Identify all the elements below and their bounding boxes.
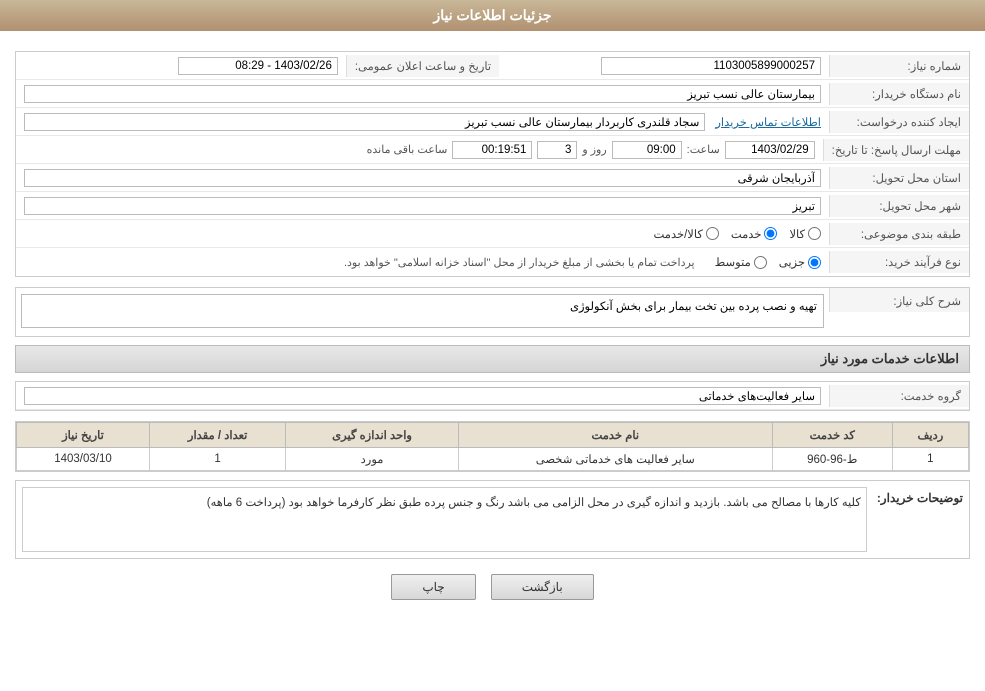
table-header-row: ردیف کد خدمت نام خدمت واحد اندازه گیری ت… — [17, 423, 969, 448]
response-time-label: ساعت: — [687, 143, 720, 156]
announce-date-input[interactable] — [178, 57, 338, 75]
table-header: ردیف کد خدمت نام خدمت واحد اندازه گیری ت… — [17, 423, 969, 448]
purchase-type-note: پرداخت تمام یا بخشی از مبلغ خریدار از مح… — [344, 256, 695, 269]
cell-qty: 1 — [149, 448, 285, 471]
description-textarea[interactable]: تهیه و نصب پرده بین تخت بیمار برای بخش آ… — [21, 294, 824, 328]
purchase-motavasset-label: متوسط — [715, 255, 751, 269]
services-table-section: ردیف کد خدمت نام خدمت واحد اندازه گیری ت… — [15, 421, 970, 472]
city-input[interactable] — [24, 197, 821, 215]
cell-unit: مورد — [286, 448, 459, 471]
return-button[interactable]: بازگشت — [491, 574, 594, 600]
purchase-motavasset-option[interactable]: متوسط — [715, 255, 767, 269]
city-value — [16, 194, 829, 218]
purchase-type-row: نوع فرآیند خرید: جزیی متوسط — [16, 248, 969, 276]
group-label: گروه خدمت: — [829, 385, 969, 407]
page-wrapper: جزئیات اطلاعات نیاز شماره نیاز: تاریخ و … — [0, 0, 985, 691]
province-label: استان محل تحویل: — [829, 167, 969, 189]
cell-name: سایر فعالیت های خدماتی شخصی — [458, 448, 772, 471]
announce-date-label: تاریخ و ساعت اعلان عمومی: — [346, 55, 499, 77]
purchase-jozii-label: جزیی — [779, 255, 805, 269]
description-value: تهیه و نصب پرده بین تخت بیمار برای بخش آ… — [16, 289, 829, 336]
response-deadline-label: مهلت ارسال پاسخ: تا تاریخ: — [823, 139, 969, 161]
buttons-row: بازگشت چاپ — [15, 574, 970, 600]
need-number-value — [499, 54, 829, 78]
services-form: گروه خدمت: — [15, 381, 970, 411]
buyer-org-value — [16, 82, 829, 106]
category-kala-khedmat-option[interactable]: کالا/خدمت — [654, 227, 719, 241]
category-label: طبقه بندی موضوعی: — [829, 223, 969, 245]
announce-date-value — [16, 54, 346, 78]
buyer-org-input[interactable] — [24, 85, 821, 103]
buyer-notes-text: کلیه کارها با مصالح می باشد. بازدید و ان… — [22, 487, 867, 552]
group-row: گروه خدمت: — [16, 382, 969, 410]
category-value: کالا خدمت کالا/خدمت — [16, 224, 829, 244]
province-row: استان محل تحویل: — [16, 164, 969, 192]
purchase-jozii-option[interactable]: جزیی — [779, 255, 821, 269]
need-number-row: شماره نیاز: تاریخ و ساعت اعلان عمومی: — [16, 52, 969, 80]
page-header: جزئیات اطلاعات نیاز — [0, 0, 985, 31]
response-remaining-label: ساعت باقی مانده — [367, 143, 448, 156]
purchase-type-value: جزیی متوسط پرداخت تمام یا بخشی از مبلغ خ… — [16, 252, 829, 272]
col-date: تاریخ نیاز — [17, 423, 150, 448]
buyer-notes-label: توضیحات خریدار: — [877, 487, 963, 505]
category-radio-group: کالا خدمت کالا/خدمت — [24, 227, 821, 241]
description-row: شرح کلی نیاز: تهیه و نصب پرده بین تخت بی… — [15, 287, 970, 337]
response-deadline-row: مهلت ارسال پاسخ: تا تاریخ: ساعت: روز و س… — [16, 136, 969, 164]
need-number-label: شماره نیاز: — [829, 55, 969, 77]
purchase-motavasset-radio[interactable] — [754, 256, 767, 269]
table-row: 1 ط-96-960 سایر فعالیت های خدماتی شخصی م… — [17, 448, 969, 471]
category-kala-radio[interactable] — [808, 227, 821, 240]
purchase-type-radio-group: جزیی متوسط — [715, 255, 821, 269]
response-date-input[interactable] — [725, 141, 815, 159]
city-label: شهر محل تحویل: — [829, 195, 969, 217]
requester-input[interactable] — [24, 113, 705, 131]
main-form: شماره نیاز: تاریخ و ساعت اعلان عمومی: نا… — [15, 51, 970, 277]
purchase-type-container: جزیی متوسط پرداخت تمام یا بخشی از مبلغ خ… — [24, 255, 821, 269]
province-input[interactable] — [24, 169, 821, 187]
services-section-title: اطلاعات خدمات مورد نیاز — [15, 345, 970, 373]
requester-row: ایجاد کننده درخواست: اطلاعات تماس خریدار — [16, 108, 969, 136]
col-code: کد خدمت — [772, 423, 892, 448]
response-time-input[interactable] — [612, 141, 682, 159]
category-row: طبقه بندی موضوعی: کالا خدمت — [16, 220, 969, 248]
buyer-notes-section: توضیحات خریدار: کلیه کارها با مصالح می ب… — [15, 480, 970, 559]
response-days-label: روز و — [582, 143, 606, 156]
response-remaining-input[interactable] — [452, 141, 532, 159]
cell-row-num: 1 — [892, 448, 968, 471]
category-kala-khedmat-radio[interactable] — [706, 227, 719, 240]
requester-link[interactable]: اطلاعات تماس خریدار — [715, 115, 821, 129]
requester-label: ایجاد کننده درخواست: — [829, 111, 969, 133]
requester-value-cell: اطلاعات تماس خریدار — [16, 110, 829, 134]
buyer-org-label: نام دستگاه خریدار: — [829, 83, 969, 105]
col-name: نام خدمت — [458, 423, 772, 448]
category-khedmat-radio[interactable] — [764, 227, 777, 240]
services-table: ردیف کد خدمت نام خدمت واحد اندازه گیری ت… — [16, 422, 969, 471]
need-number-input[interactable] — [601, 57, 821, 75]
cell-code: ط-96-960 — [772, 448, 892, 471]
group-input[interactable] — [24, 387, 821, 405]
col-row-num: ردیف — [892, 423, 968, 448]
page-title: جزئیات اطلاعات نیاز — [433, 7, 551, 23]
response-deadline-value: ساعت: روز و ساعت باقی مانده — [16, 138, 823, 162]
category-khedmat-option[interactable]: خدمت — [731, 227, 778, 241]
purchase-jozii-radio[interactable] — [808, 256, 821, 269]
category-kala-option[interactable]: کالا — [789, 227, 821, 241]
group-value — [16, 384, 829, 408]
print-button[interactable]: چاپ — [391, 574, 475, 600]
col-qty: تعداد / مقدار — [149, 423, 285, 448]
category-kala-label: کالا — [789, 227, 805, 241]
response-days-input[interactable] — [537, 141, 577, 159]
province-value — [16, 166, 829, 190]
content-area: شماره نیاز: تاریخ و ساعت اعلان عمومی: نا… — [0, 41, 985, 620]
purchase-type-label: نوع فرآیند خرید: — [829, 251, 969, 273]
description-label: شرح کلی نیاز: — [829, 288, 969, 312]
col-unit: واحد اندازه گیری — [286, 423, 459, 448]
category-kala-khedmat-label: کالا/خدمت — [654, 227, 703, 241]
category-khedmat-label: خدمت — [731, 227, 762, 241]
table-body: 1 ط-96-960 سایر فعالیت های خدماتی شخصی م… — [17, 448, 969, 471]
cell-date: 1403/03/10 — [17, 448, 150, 471]
city-row: شهر محل تحویل: — [16, 192, 969, 220]
buyer-org-row: نام دستگاه خریدار: — [16, 80, 969, 108]
